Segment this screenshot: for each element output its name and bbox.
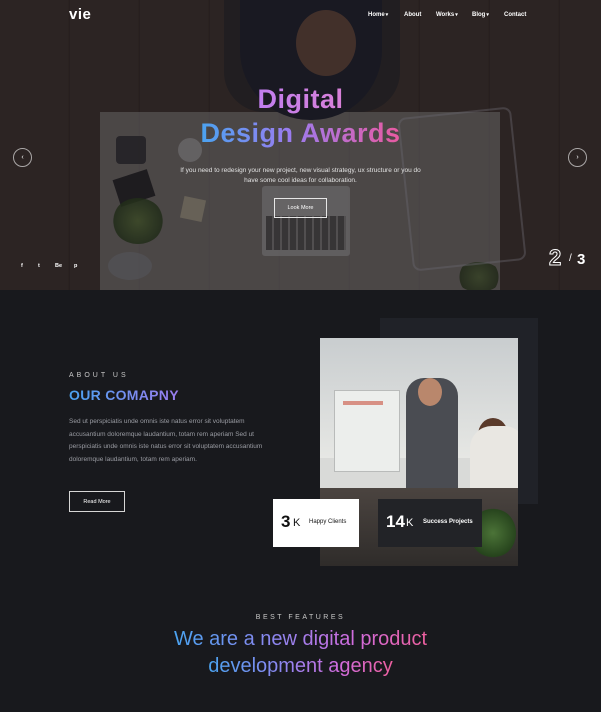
nav-about-label: About	[404, 12, 422, 18]
nav-contact[interactable]: Contact	[504, 12, 526, 18]
site-logo[interactable]: vie	[69, 6, 91, 23]
nav-home[interactable]: Home▾	[368, 12, 388, 18]
caret-down-icon: ▾	[455, 12, 458, 18]
hero-title-line1: Digital	[257, 84, 344, 114]
caret-down-icon: ▾	[486, 12, 489, 18]
look-more-button[interactable]: Look More	[274, 198, 327, 218]
about-body: Sed ut perspiciatis unde omnis iste natu…	[69, 418, 263, 463]
nav-works-label: Works	[436, 12, 455, 18]
nav-home-label: Home	[368, 12, 385, 18]
facebook-icon[interactable]: f	[21, 263, 23, 269]
hero-subtitle-line1: If you need to redesign your new project…	[180, 167, 421, 174]
nav-works[interactable]: Works▾	[436, 12, 458, 18]
nav-contact-label: Contact	[504, 12, 527, 18]
nav-blog-label: Blog	[472, 12, 486, 18]
about-eyebrow: ABOUT US	[69, 372, 129, 379]
hero-slider: vie Home▾ About Works▾ Blog▾ Contact Dig…	[0, 0, 601, 290]
stat-label: Happy Clients	[309, 519, 347, 525]
features-title: We are a new digital product development…	[173, 628, 428, 677]
slide-current: 2	[548, 245, 562, 271]
stat-unit: K	[293, 517, 301, 529]
stat-label: Success Projects	[423, 519, 473, 525]
next-arrow-icon[interactable]: ›	[568, 148, 587, 167]
features-eyebrow: BEST FEATURES	[255, 614, 346, 621]
nav-about[interactable]: About	[404, 12, 421, 18]
about-title: OUR COMAPNY	[69, 387, 179, 403]
read-more-button[interactable]: Read More	[69, 491, 125, 512]
prev-arrow-icon[interactable]: ‹	[13, 148, 32, 167]
stat-number: 14	[386, 512, 405, 531]
nav-blog[interactable]: Blog▾	[472, 12, 489, 18]
slide-separator: /	[569, 253, 572, 264]
stat-number: 3	[281, 512, 291, 531]
stat-success-projects: 14 K Success Projects	[378, 499, 482, 547]
caret-down-icon: ▾	[385, 12, 389, 18]
slide-total: 3	[577, 251, 586, 268]
hero-title-line2: Design Awards	[200, 118, 401, 148]
pinterest-icon[interactable]: p	[74, 263, 77, 269]
stat-happy-clients: 3 K Happy Clients	[273, 499, 359, 547]
stat-unit: K	[406, 517, 414, 529]
behance-icon[interactable]: Be	[55, 263, 62, 269]
hero-subtitle-line2: have some cool ideas for collaboration.	[244, 177, 357, 184]
twitter-icon[interactable]: t	[38, 263, 40, 269]
